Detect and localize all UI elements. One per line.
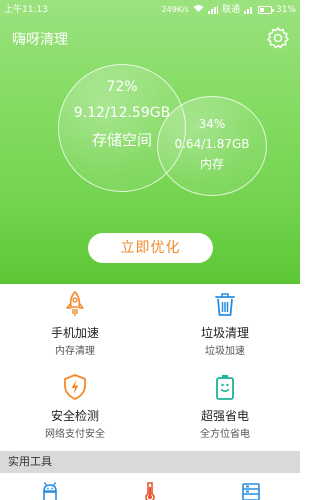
shield-lightning-icon	[61, 373, 89, 401]
storage-percent: 72%	[106, 79, 138, 95]
feature-tile-power-save[interactable]: 超强省电 全方位省电	[150, 367, 300, 450]
status-right: 249K/s 联通 31%	[162, 0, 296, 20]
feature-title: 安全检测	[50, 409, 99, 423]
wifi-icon	[193, 0, 204, 20]
battery-status-icon	[257, 6, 274, 14]
battery-level: 31%	[275, 5, 296, 15]
thermometer-icon[interactable]	[140, 481, 160, 500]
memory-label: 内存	[199, 157, 224, 171]
feature-tile-junk-clean[interactable]: 垃圾清理 垃圾加速	[150, 284, 300, 367]
status-bar: 上午11:13 249K/s 联通 31%	[0, 0, 300, 20]
trash-icon	[211, 290, 239, 318]
feature-subtitle: 内存清理	[55, 346, 95, 357]
rocket-icon	[61, 290, 89, 318]
network-speed: 249K/s	[161, 5, 189, 14]
feature-title: 超强省电	[200, 409, 249, 423]
settings-icon[interactable]	[266, 26, 290, 50]
feature-subtitle: 垃圾加速	[205, 346, 245, 357]
battery-icon	[211, 373, 239, 401]
carrier-label: 联通	[221, 5, 240, 15]
android-icon[interactable]	[40, 481, 60, 500]
feature-title: 手机加速	[50, 326, 99, 340]
memory-bubble[interactable]: 34% 0.64/1.87GB 内存	[157, 96, 267, 196]
memory-percent: 34%	[198, 117, 226, 131]
app-bar: 嗨呀清理	[0, 24, 300, 52]
optimize-button[interactable]: 立即优化	[88, 233, 213, 263]
feature-tile-speedup[interactable]: 手机加速 内存清理	[0, 284, 150, 367]
memory-size: 0.64/1.87GB	[174, 137, 250, 151]
app-manager-icon[interactable]	[241, 481, 261, 500]
feature-grid: 手机加速 内存清理 垃圾清理 垃圾加速 安全检测 网络支付安全 超强省电 全方位…	[0, 284, 300, 450]
signal-icon	[207, 6, 218, 14]
feature-title: 垃圾清理	[200, 326, 249, 340]
feature-tile-security[interactable]: 安全检测 网络支付安全	[0, 367, 150, 450]
tools-section-header: 实用工具	[0, 451, 300, 473]
signal-icon-2	[243, 6, 254, 14]
tools-row	[0, 473, 300, 500]
feature-subtitle: 网络支付安全	[45, 429, 105, 440]
status-time: 上午11:13	[4, 5, 48, 15]
feature-subtitle: 全方位省电	[200, 429, 250, 440]
hero-panel: 上午11:13 249K/s 联通 31% 嗨呀清理 72% 9.12/12.5…	[0, 0, 300, 284]
app-title: 嗨呀清理	[12, 32, 68, 48]
